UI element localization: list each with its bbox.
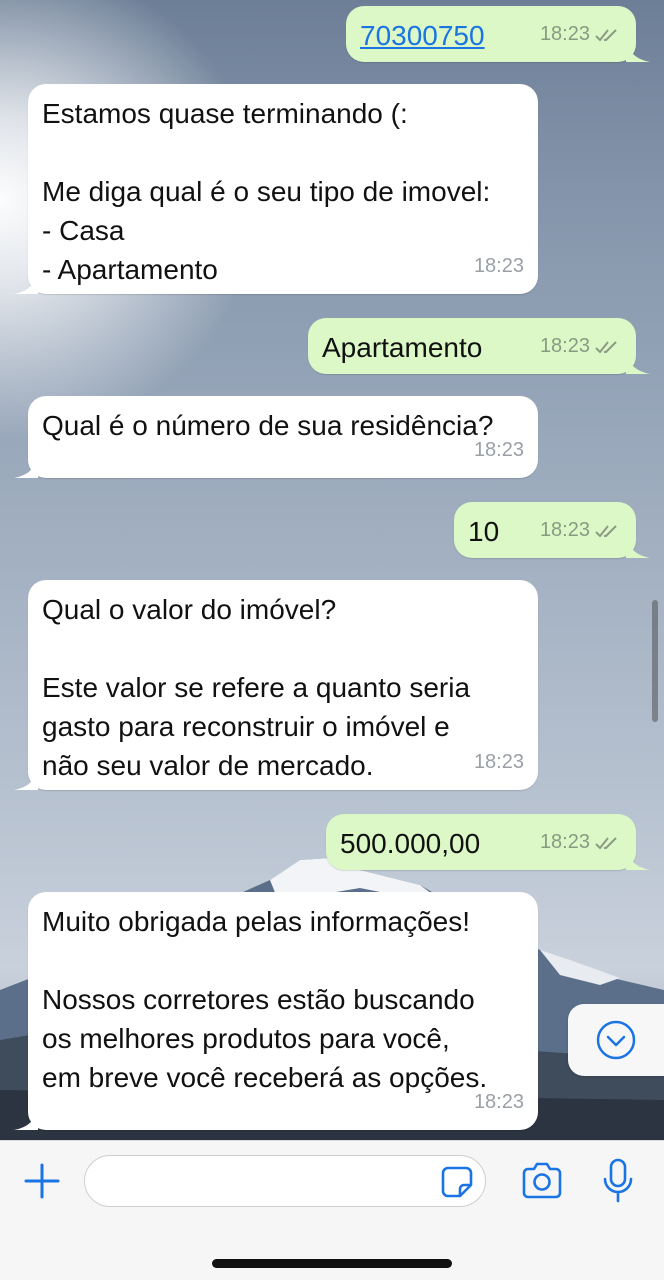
microphone-button[interactable] [600,1157,636,1205]
double-check-icon [595,28,617,41]
message-time: 18:23 [539,519,590,541]
message-text: Estamos quase terminando (: Me diga qual… [42,98,491,285]
message-text: Muito obrigada pelas informações! Nossos… [42,906,488,1093]
message-text: Qual o valor do imóvel? Este valor se re… [42,594,471,781]
message-meta: 18:23 [474,743,524,782]
bubble-tail [626,846,650,870]
bubble-tail [626,534,650,558]
camera-icon [522,1162,562,1199]
camera-button[interactable] [520,1161,564,1201]
message-meta: 18:23 [540,327,622,366]
message-meta: 18:23 [540,15,622,54]
message-bubble-outgoing[interactable]: 500.000,00 18:23 [326,814,650,870]
message-input[interactable] [84,1155,486,1207]
message-bubble-incoming[interactable]: Qual é o número de sua residência? 18:23 [14,396,538,478]
scrollbar-thumb[interactable] [652,600,658,722]
message-meta: 18:23 [474,247,524,286]
message-meta: 18:23 [474,431,524,470]
bubble-tail [14,454,38,478]
bubble-tail [626,350,650,374]
message-bubble-incoming[interactable]: Muito obrigada pelas informações! Nossos… [14,892,538,1130]
double-check-icon [595,524,617,537]
plus-icon [24,1163,60,1199]
message-bubble-incoming[interactable]: Qual o valor do imóvel? Este valor se re… [14,580,538,790]
message-meta: 18:23 [474,1083,524,1122]
message-bubble-outgoing[interactable]: 70300750 18:23 [346,6,650,62]
message-time: 18:23 [539,23,590,45]
message-text: Qual é o número de sua residência? [42,410,494,441]
home-indicator[interactable] [212,1259,452,1268]
message-time: 18:23 [539,335,590,357]
bubble-tail [626,38,650,62]
scroll-to-bottom-button[interactable] [568,1004,664,1076]
message-bubble-outgoing[interactable]: Apartamento 18:23 [308,318,650,374]
message-meta: 18:23 [540,511,622,550]
message-meta: 18:23 [540,823,622,862]
bubble-tail [14,1106,38,1130]
double-check-icon [595,836,617,849]
message-time: 18:23 [539,831,590,853]
attach-button[interactable] [22,1161,62,1201]
bubble-tail [14,270,38,294]
bubble-tail [14,766,38,790]
sticker-button[interactable] [440,1165,474,1199]
chevron-down-circle-icon [596,1020,636,1060]
message-time: 18:23 [473,1091,524,1113]
microphone-icon [603,1158,633,1203]
message-time: 18:23 [473,255,524,277]
sticker-icon [441,1166,473,1198]
message-time: 18:23 [473,439,524,461]
message-time: 18:23 [473,751,524,773]
message-bubble-incoming[interactable]: Estamos quase terminando (: Me diga qual… [14,84,538,294]
message-input-bar [0,1140,664,1280]
message-bubble-outgoing[interactable]: 10 18:23 [454,502,650,558]
double-check-icon [595,340,617,353]
